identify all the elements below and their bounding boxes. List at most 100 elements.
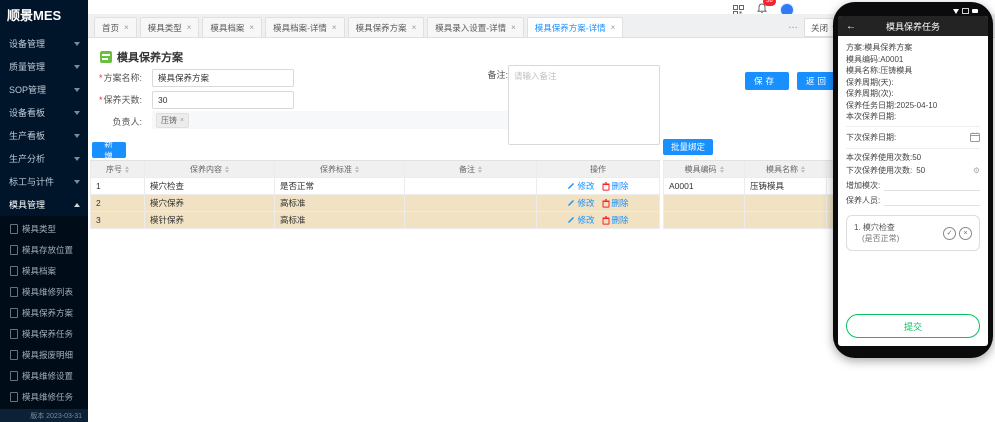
tab-close-icon[interactable]: ×: [412, 23, 417, 32]
phone-title: 模具保养任务: [886, 20, 940, 33]
sidebar-submenu-item[interactable]: 模具保养方案: [0, 302, 88, 323]
check-icon[interactable]: ✓: [943, 227, 956, 240]
tab-label: 首页: [102, 22, 119, 34]
owner-tag: 压铸 ×: [156, 113, 189, 128]
next-date-row[interactable]: 下次保养日期:: [846, 130, 980, 145]
version-label: 版本 2023-03-31: [0, 409, 88, 422]
sidebar-menu-item[interactable]: 质量管理: [0, 55, 88, 78]
tab[interactable]: 模具档案 ×: [202, 17, 262, 37]
sidebar-menu-item[interactable]: SOP管理: [0, 78, 88, 101]
staff-row[interactable]: 保养人员:: [846, 193, 980, 208]
plan-icon: [100, 51, 112, 63]
edit-action[interactable]: 修改: [567, 214, 594, 226]
cross-icon[interactable]: ×: [959, 227, 972, 240]
tab[interactable]: 模具录入设置-详情 ×: [427, 17, 524, 37]
edit-label: 修改: [577, 180, 594, 192]
tab-close-icon[interactable]: ×: [511, 23, 516, 32]
cell-mold-name: 压铸模具: [745, 178, 827, 194]
col-content[interactable]: 保养内容: [145, 161, 275, 177]
trash-icon: [602, 216, 610, 225]
tab-close-icon[interactable]: ×: [611, 23, 616, 32]
cell-remark: [405, 195, 537, 211]
document-icon: [10, 266, 18, 276]
days-input[interactable]: 30: [152, 91, 294, 109]
cell-standard: 高标准: [275, 195, 405, 211]
col-mold-name[interactable]: 模具名称: [745, 161, 827, 177]
edit-label: 修改: [577, 197, 594, 209]
batch-bind-button[interactable]: 批量绑定: [663, 139, 713, 155]
cell-actions: 修改 删除: [537, 212, 660, 228]
remark-textarea[interactable]: [508, 65, 660, 145]
sidebar-menu: 设备管理 质量管理 SOP管理 设备看板: [0, 32, 88, 216]
sidebar-menu-item[interactable]: 生产看板: [0, 124, 88, 147]
tag-remove-icon[interactable]: ×: [180, 117, 184, 124]
cell-no: 3: [90, 212, 145, 228]
gear-icon[interactable]: ⚙: [973, 166, 980, 175]
staff-input[interactable]: [884, 195, 980, 206]
tab-label: 模具录入设置-详情: [435, 22, 506, 34]
tab[interactable]: 模具保养方案 ×: [348, 17, 425, 37]
sidebar-submenu-item[interactable]: 模具报废明细: [0, 344, 88, 365]
tab[interactable]: 模具保养方案-详情 ×: [527, 17, 624, 37]
days-label: *保养天数:: [90, 93, 142, 106]
menu-item-label: 模具管理: [9, 198, 45, 211]
tab[interactable]: 模具类型 ×: [140, 17, 200, 37]
sidebar-submenu-item[interactable]: 模具维修任务: [0, 386, 88, 407]
tab-more-icon[interactable]: …: [788, 20, 798, 31]
document-icon: [10, 392, 18, 402]
table-row: 3 模针保养 高标准 修改: [90, 212, 660, 229]
col-remark[interactable]: 备注: [405, 161, 537, 177]
sidebar-submenu-item[interactable]: 模具保养任务: [0, 323, 88, 344]
sidebar-menu-item[interactable]: 模具管理: [0, 193, 88, 216]
sort-icon: [801, 166, 805, 173]
tab-close-icon[interactable]: ×: [124, 23, 129, 32]
edit-action[interactable]: 修改: [567, 197, 594, 209]
sidebar-menu-item[interactable]: 设备看板: [0, 101, 88, 124]
tab-close-icon[interactable]: ×: [332, 23, 337, 32]
delete-action[interactable]: 删除: [602, 214, 629, 226]
cell-standard: 高标准: [275, 212, 405, 228]
sidebar-submenu-item[interactable]: 模具档案: [0, 260, 88, 281]
tab[interactable]: 模具档案-详情 ×: [265, 17, 345, 37]
add-count-input[interactable]: [884, 180, 980, 191]
tab-close-icon[interactable]: ×: [249, 23, 254, 32]
back-arrow-icon[interactable]: ←: [846, 21, 856, 32]
sort-icon: [720, 166, 724, 173]
cell-content: 模针保养: [145, 212, 275, 228]
sidebar-menu-item[interactable]: 设备管理: [0, 32, 88, 55]
next-count-row[interactable]: 下次保养使用次数: 50 ⚙: [846, 163, 980, 178]
tab-close-icon[interactable]: ×: [187, 23, 192, 32]
sidebar-menu-item[interactable]: 标工与计件: [0, 170, 88, 193]
menu-item-label: 标工与计件: [9, 175, 54, 188]
col-no[interactable]: 序号: [90, 161, 145, 177]
add-count-row[interactable]: 增加模次:: [846, 178, 980, 193]
col-standard[interactable]: 保养标准: [275, 161, 405, 177]
col-mold-code[interactable]: 模具编码: [663, 161, 745, 177]
edit-action[interactable]: 修改: [567, 180, 594, 192]
task-item-card: 1. 模穴检查 (是否正常) ✓ ×: [846, 215, 980, 251]
remark-label: 备注:: [470, 68, 508, 81]
submit-button[interactable]: 提交: [846, 314, 980, 338]
tab[interactable]: 首页 ×: [94, 17, 137, 37]
next-count-value[interactable]: 50: [916, 166, 925, 175]
sidebar-submenu-item[interactable]: 模具存放位置: [0, 239, 88, 260]
sidebar-submenu-item[interactable]: 模具类型: [0, 218, 88, 239]
plan-name-input[interactable]: 模具保养方案: [152, 69, 294, 87]
sidebar-submenu-item[interactable]: 模具维修列表: [0, 281, 88, 302]
calendar-icon[interactable]: [970, 132, 980, 142]
delete-action[interactable]: 删除: [602, 180, 629, 192]
delete-action[interactable]: 删除: [602, 197, 629, 209]
sidebar-submenu-item[interactable]: 模具维修设置: [0, 365, 88, 386]
phone-info-line: 方案:模具保养方案: [846, 42, 980, 54]
chevron-down-icon: [74, 157, 80, 161]
sidebar: 顺景MES 设备管理 质量管理 SOP管理 设备看板: [0, 0, 88, 422]
tab-label: 模具档案: [210, 22, 244, 34]
add-row-button[interactable]: 新 增: [92, 142, 126, 158]
cell-standard: 是否正常: [275, 178, 405, 194]
sidebar-menu-item[interactable]: 生产分析: [0, 147, 88, 170]
cell-remark: [405, 212, 537, 228]
save-button[interactable]: 保存: [745, 72, 789, 90]
app-window: 顺景MES 设备管理 质量管理 SOP管理 设备看板: [0, 0, 995, 422]
submenu-item-label: 模具存放位置: [22, 244, 73, 256]
document-icon: [10, 308, 18, 318]
